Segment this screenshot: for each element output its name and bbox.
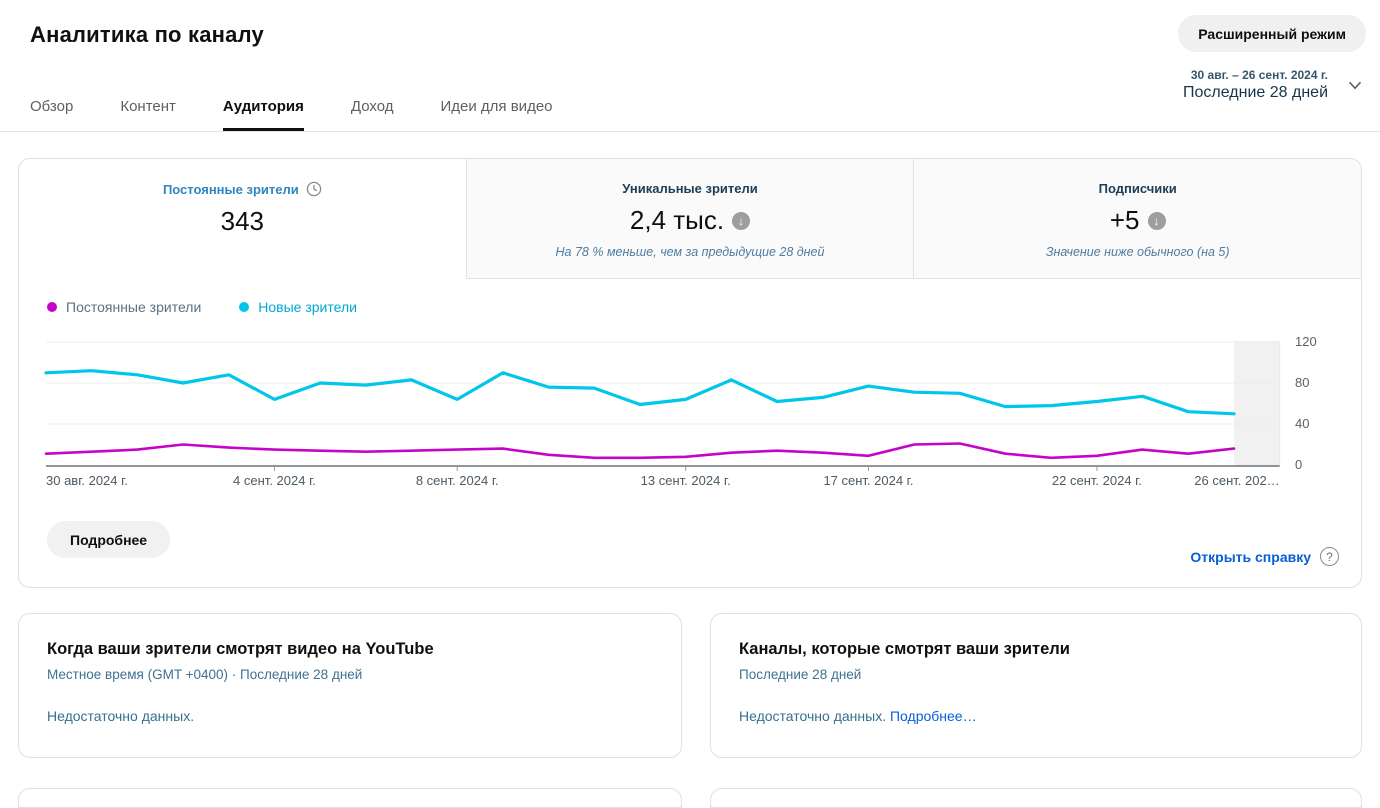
tab-revenue[interactable]: Доход [351,98,394,131]
card-message: Недостаточно данных. [47,708,653,724]
tab-video-ideas[interactable]: Идеи для видео [441,98,553,131]
channels-watched-card: Каналы, которые смотрят ваши зрители Пос… [710,613,1362,758]
metric-label: Подписчики [1099,181,1177,196]
metric-tabs: Постоянные зрители 343 Уникальные зрител… [19,159,1361,279]
watch-time-card: Когда ваши зрители смотрят видео на YouT… [18,613,682,758]
x-axis-label: 26 сент. 202… [1194,473,1279,488]
card-message: Недостаточно данных. Подробнее… [739,708,1333,724]
date-range-texts: 30 авг. – 26 сент. 2024 г. Последние 28 … [1183,68,1328,102]
metric-note: Значение ниже обычного (на 5) [1046,245,1230,259]
chevron-down-icon [1344,74,1366,96]
legend-item[interactable]: Постоянные зрители [47,299,201,315]
y-axis-label: 120 [1295,334,1339,349]
tab-overview[interactable]: Обзор [30,98,73,131]
card-subtitle: Местное время (GMT +0400) · Последние 28… [47,667,653,682]
metric-note: На 78 % меньше, чем за предыдущие 28 дне… [556,245,825,259]
x-axis-label: 22 сент. 2024 г. [1052,473,1142,488]
card-subtitle: Последние 28 дней [739,667,1333,682]
open-help-link[interactable]: Открыть справку ? [1190,547,1339,566]
metric-tab-unique-viewers[interactable]: Уникальные зрители 2,4 тыс. ↓ На 78 % ме… [466,159,914,279]
arrow-down-badge-icon: ↓ [1148,212,1166,230]
y-axis-label: 40 [1295,416,1339,431]
x-axis-label: 4 сент. 2024 г. [233,473,316,488]
arrow-down-badge-icon: ↓ [732,212,750,230]
y-axis-label: 80 [1295,375,1339,390]
legend-dot-icon [239,302,249,312]
partial-card [710,788,1362,808]
x-axis-label: 30 авг. 2024 г. [46,473,128,488]
metric-label: Уникальные зрители [622,181,757,196]
learn-more-link[interactable]: Подробнее… [890,708,977,724]
card-title: Каналы, которые смотрят ваши зрители [739,640,1333,659]
legend-label: Новые зрители [258,299,357,315]
metric-value: +5 [1110,205,1140,236]
metric-value: 343 [221,206,264,237]
tab-content[interactable]: Контент [120,98,176,131]
question-mark-icon: ? [1320,547,1339,566]
clock-icon [306,181,322,197]
legend-dot-icon [47,302,57,312]
advanced-mode-button[interactable]: Расширенный режим [1178,15,1366,52]
x-axis-label: 17 сент. 2024 г. [823,473,913,488]
partial-card [18,788,682,808]
page-title: Аналитика по каналу [30,22,264,48]
y-axis-label: 0 [1295,457,1339,472]
metric-tab-subscribers[interactable]: Подписчики +5 ↓ Значение ниже обычного (… [913,159,1361,279]
see-more-button[interactable]: Подробнее [47,521,170,558]
metric-tab-returning-viewers[interactable]: Постоянные зрители 343 [19,159,466,279]
chart-legend: Постоянные зрители Новые зрители [47,299,357,315]
x-axis-label: 13 сент. 2024 г. [641,473,731,488]
metric-label: Постоянные зрители [163,182,299,197]
date-range-picker[interactable]: 30 авг. – 26 сент. 2024 г. Последние 28 … [1183,68,1366,102]
metric-value: 2,4 тыс. [630,205,724,236]
date-range-value: 30 авг. – 26 сент. 2024 г. [1183,68,1328,82]
audience-line-chart[interactable] [31,331,1321,483]
date-preset-label: Последние 28 дней [1183,84,1328,102]
page-header: Аналитика по каналу Расширенный режим Об… [0,0,1380,132]
card-title: Когда ваши зрители смотрят видео на YouT… [47,640,653,659]
main-tabs: Обзор Контент Аудитория Доход Идеи для в… [30,98,553,131]
x-axis-label: 8 сент. 2024 г. [416,473,499,488]
legend-label: Постоянные зрители [66,299,201,315]
legend-item[interactable]: Новые зрители [239,299,357,315]
audience-analytics-card: Постоянные зрители 343 Уникальные зрител… [18,158,1362,588]
tab-audience[interactable]: Аудитория [223,98,304,131]
